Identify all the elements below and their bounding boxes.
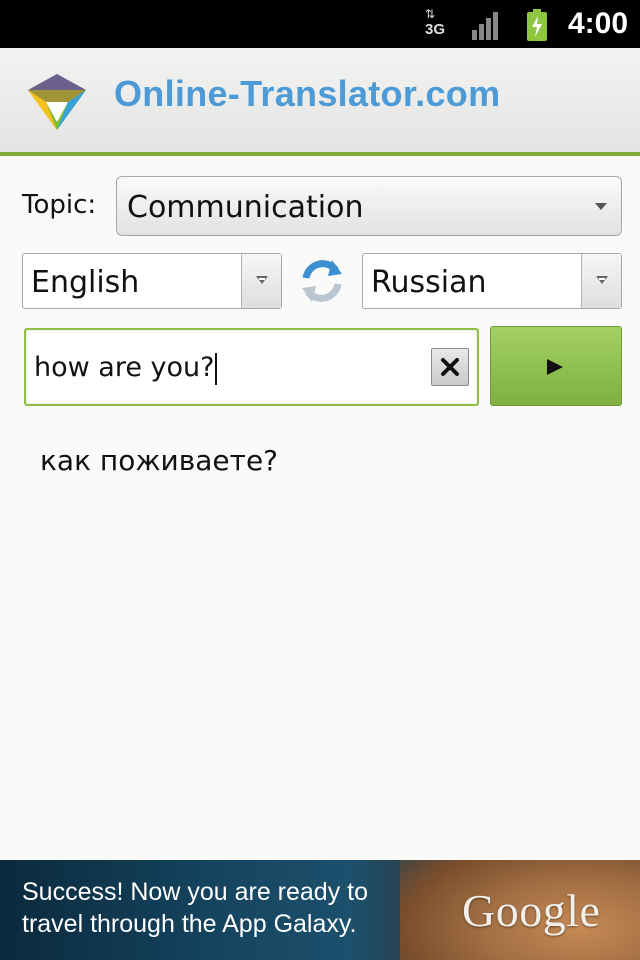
translate-button[interactable] bbox=[490, 326, 622, 406]
chevron-down-icon bbox=[595, 203, 607, 210]
app-header: Online-Translator.com bbox=[0, 48, 640, 156]
clock: 4:00 bbox=[567, 7, 628, 40]
source-language-select[interactable]: English bbox=[22, 253, 282, 309]
ad-text: Success! Now you are ready to travel thr… bbox=[22, 878, 368, 938]
close-icon bbox=[441, 358, 459, 376]
topic-select[interactable]: Communication bbox=[116, 176, 622, 236]
play-icon bbox=[547, 359, 563, 375]
network-type-label: 3G bbox=[425, 21, 446, 38]
source-text-value: how are you? bbox=[34, 352, 218, 385]
source-text-input[interactable]: how are you? bbox=[24, 328, 479, 406]
topic-label: Topic: bbox=[22, 190, 97, 220]
target-language-select[interactable]: Russian bbox=[362, 253, 622, 309]
app-title: Online-Translator.com bbox=[114, 73, 501, 114]
source-text: how are you? bbox=[34, 352, 215, 383]
network-arrows: ⇅ bbox=[425, 7, 436, 21]
translation-output: как поживаете? bbox=[40, 444, 279, 477]
battery-icon bbox=[527, 9, 547, 41]
topic-selected-value: Communication bbox=[127, 190, 364, 225]
online-translator-logo-icon bbox=[28, 74, 86, 130]
source-language-value: English bbox=[31, 265, 140, 300]
clear-input-button[interactable] bbox=[431, 348, 469, 386]
data-activity-icon: ⇅ 3G bbox=[425, 8, 447, 40]
status-bar: ⇅ 3G 4:00 bbox=[0, 0, 640, 48]
text-cursor bbox=[215, 352, 218, 385]
target-language-value: Russian bbox=[371, 265, 487, 300]
signal-icon bbox=[472, 12, 498, 40]
google-logo: Google bbox=[462, 885, 601, 936]
swap-languages-icon[interactable] bbox=[298, 256, 346, 306]
dropdown-arrow-icon bbox=[241, 254, 281, 308]
ad-banner[interactable]: Success! Now you are ready to travel thr… bbox=[0, 860, 640, 960]
dropdown-arrow-icon bbox=[581, 254, 621, 308]
